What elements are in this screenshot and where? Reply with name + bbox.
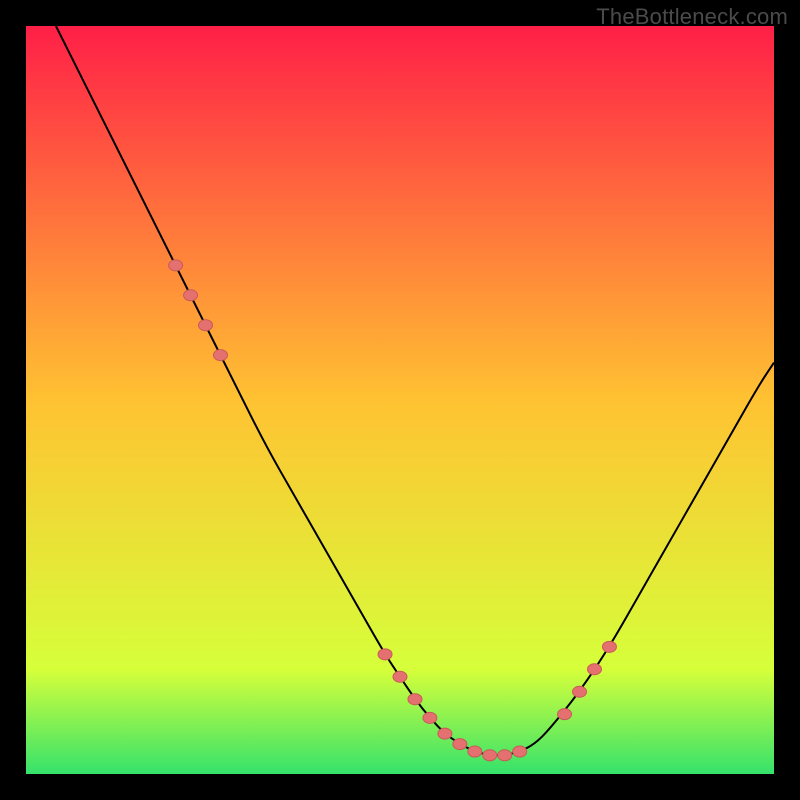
curve-marker [573, 686, 587, 697]
chart-frame: TheBottleneck.com [0, 0, 800, 800]
curve-marker [498, 750, 512, 761]
curve-marker [408, 694, 422, 705]
curve-marker [513, 746, 527, 757]
curve-marker [213, 350, 227, 361]
watermark-text: TheBottleneck.com [596, 4, 788, 30]
bottleneck-chart [0, 0, 800, 800]
plot-background [26, 26, 774, 774]
curve-marker [423, 712, 437, 723]
curve-marker [468, 746, 482, 757]
curve-marker [169, 260, 183, 271]
curve-marker [378, 649, 392, 660]
curve-marker [483, 750, 497, 761]
curve-marker [199, 320, 213, 331]
curve-marker [453, 739, 467, 750]
curve-marker [393, 671, 407, 682]
curve-marker [587, 664, 601, 675]
curve-marker [184, 290, 198, 301]
curve-marker [602, 641, 616, 652]
curve-marker [438, 728, 452, 739]
curve-marker [558, 709, 572, 720]
